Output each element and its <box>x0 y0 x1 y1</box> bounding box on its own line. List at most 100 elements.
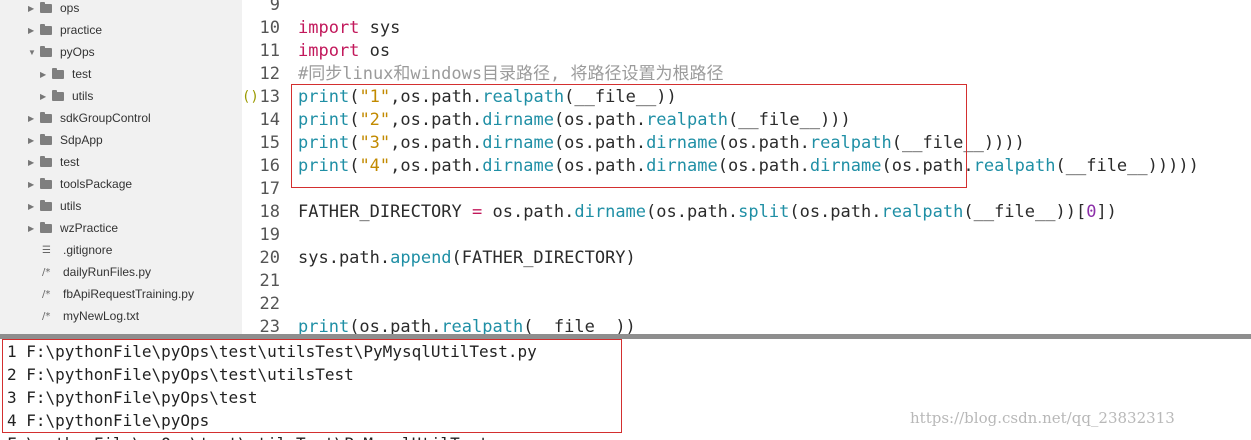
folder-icon <box>40 155 52 167</box>
code-line: 22 <box>242 293 1251 316</box>
line-number: 19 <box>259 225 280 245</box>
code-text[interactable]: #同步linux和windows目录路径, 将路径设置为根路径 <box>298 63 724 86</box>
tree-item-test[interactable]: ▶ test <box>40 63 91 85</box>
chevron-right-icon[interactable]: ▶ <box>40 92 52 101</box>
line-number: 22 <box>259 294 280 314</box>
code-line: 9 <box>242 0 1251 17</box>
folder-icon <box>40 133 52 145</box>
code-line: 12 #同步linux和windows目录路径, 将路径设置为根路径 <box>242 63 1251 86</box>
function-token: append <box>390 248 452 268</box>
tree-item-toolspackage[interactable]: ▶ toolsPackage <box>28 173 132 195</box>
tree-item-gitignore[interactable]: ☰ .gitignore <box>42 239 112 261</box>
chevron-right-icon[interactable]: ▶ <box>28 224 40 233</box>
tree-item-label: wzPractice <box>60 221 119 235</box>
watermark: https://blog.csdn.net/qq_23832313 <box>910 409 1175 427</box>
text-token: (__file__)) <box>523 317 636 334</box>
tree-item-wzpractice[interactable]: ▶ wzPractice <box>28 217 118 239</box>
chevron-right-icon[interactable]: ▶ <box>28 26 40 35</box>
code-text[interactable]: import sys <box>298 17 400 40</box>
tree-item-mynewlogtxt[interactable]: /* myNewLog.txt <box>42 305 139 327</box>
text-token: os.path. <box>482 202 575 222</box>
lines-icon: ☰ <box>42 244 51 256</box>
code-text[interactable]: import os <box>298 40 390 63</box>
code-line: 21 <box>242 270 1251 293</box>
text-token: (os.path. <box>646 202 739 222</box>
text-token: (__file__))[ <box>963 202 1087 222</box>
line-number: 21 <box>259 271 280 291</box>
chevron-right-icon[interactable]: ▶ <box>28 158 40 167</box>
tree-item-label: SdpApp <box>60 133 103 147</box>
function-token: dirname <box>574 202 647 222</box>
line-number: 20 <box>259 248 280 268</box>
function-token: print <box>298 317 350 334</box>
line-number: 17 <box>259 179 280 199</box>
text-token: sys.path. <box>298 248 391 268</box>
text-file-icon: /* <box>42 310 51 322</box>
text-token: sys <box>359 18 401 38</box>
tree-item-label: sdkGroupControl <box>60 111 151 125</box>
text-token: os <box>359 41 391 61</box>
code-line: 19 <box>242 224 1251 247</box>
code-text[interactable]: FATHER_DIRECTORY = os.path.dirname(os.pa… <box>298 201 1117 224</box>
code-line: 10 import sys <box>242 17 1251 40</box>
tree-item-label: utils <box>60 199 82 213</box>
text-token: (__file__))))) <box>1055 156 1199 176</box>
code-text[interactable]: print(os.path.realpath(__file__)) <box>298 316 636 334</box>
tree-item-practice[interactable]: ▶ practice <box>28 19 102 41</box>
function-token: realpath <box>881 202 964 222</box>
line-number: 16 <box>259 156 280 176</box>
tree-item-label: dailyRunFiles.py <box>63 265 152 279</box>
chevron-right-icon[interactable]: ▶ <box>28 180 40 189</box>
chevron-right-icon[interactable]: ▶ <box>28 4 40 13</box>
operator-token: = <box>472 202 483 222</box>
folder-icon <box>52 89 64 101</box>
tree-item-pyops[interactable]: ▼ pyOps <box>28 41 95 63</box>
chevron-right-icon[interactable]: ▶ <box>28 202 40 211</box>
comment-token: #同步linux和windows目录路径, 将路径设置为根路径 <box>298 64 724 84</box>
file-tree-sidebar: ▶ ops ▶ practice ▼ pyOps ▶ test ▶ utils ▶ sdkGroupC… <box>0 0 242 334</box>
tree-item-sdpapp[interactable]: ▶ SdpApp <box>28 129 103 151</box>
code-line: 20 sys.path.append(FATHER_DIRECTORY) <box>242 247 1251 270</box>
tree-item-test[interactable]: ▶ test <box>28 151 79 173</box>
folder-icon <box>40 45 52 57</box>
folder-icon <box>40 111 52 123</box>
tree-item-label: test <box>72 67 92 81</box>
tree-item-label: practice <box>60 23 103 37</box>
tree-item-utils[interactable]: ▶ utils <box>28 195 81 217</box>
tree-item-utils[interactable]: ▶ utils <box>40 85 93 107</box>
tree-item-dailyrunfilespy[interactable]: /* dailyRunFiles.py <box>42 261 151 283</box>
text-token: ]) <box>1096 202 1117 222</box>
line-number: 10 <box>259 18 280 38</box>
text-token: (os.path. <box>789 202 882 222</box>
python-file-icon: /* <box>42 266 51 278</box>
tree-item-fbapirequesttrainingpy[interactable]: /* fbApiRequestTraining.py <box>42 283 194 305</box>
line-number: 9 <box>269 0 280 15</box>
tree-item-label: myNewLog.txt <box>63 309 140 323</box>
chevron-down-icon[interactable]: ▼ <box>28 48 40 57</box>
folder-icon <box>40 1 52 13</box>
console-line: F:\pythonFile\pyOps\test\utilsTest\PyMys… <box>7 432 518 440</box>
chevron-right-icon[interactable]: ▶ <box>28 114 40 123</box>
tree-item-label: toolsPackage <box>60 177 133 191</box>
line-number: 23 <box>259 317 280 334</box>
code-text[interactable]: sys.path.append(FATHER_DIRECTORY) <box>298 247 636 270</box>
line-number: 18 <box>259 202 280 222</box>
console-highlight-box <box>2 339 622 433</box>
tree-item-sdkgroupcontrol[interactable]: ▶ sdkGroupControl <box>28 107 151 129</box>
tree-item-ops[interactable]: ▶ ops <box>28 0 79 19</box>
tree-item-label: utils <box>72 89 94 103</box>
tree-item-label: .gitignore <box>63 243 113 257</box>
chevron-right-icon[interactable]: ▶ <box>40 70 52 79</box>
tree-item-label: fbApiRequestTraining.py <box>63 287 194 301</box>
function-token: realpath <box>973 156 1056 176</box>
code-highlight-box <box>291 84 967 188</box>
text-token: (FATHER_DIRECTORY) <box>451 248 636 268</box>
keyword-token: import <box>298 41 360 61</box>
tree-item-label: test <box>60 155 80 169</box>
chevron-right-icon[interactable]: ▶ <box>28 136 40 145</box>
folder-icon <box>40 23 52 35</box>
tree-item-label: pyOps <box>60 45 95 59</box>
line-number: 14 <box>259 110 280 130</box>
keyword-token: import <box>298 18 360 38</box>
function-token: split <box>738 202 790 222</box>
